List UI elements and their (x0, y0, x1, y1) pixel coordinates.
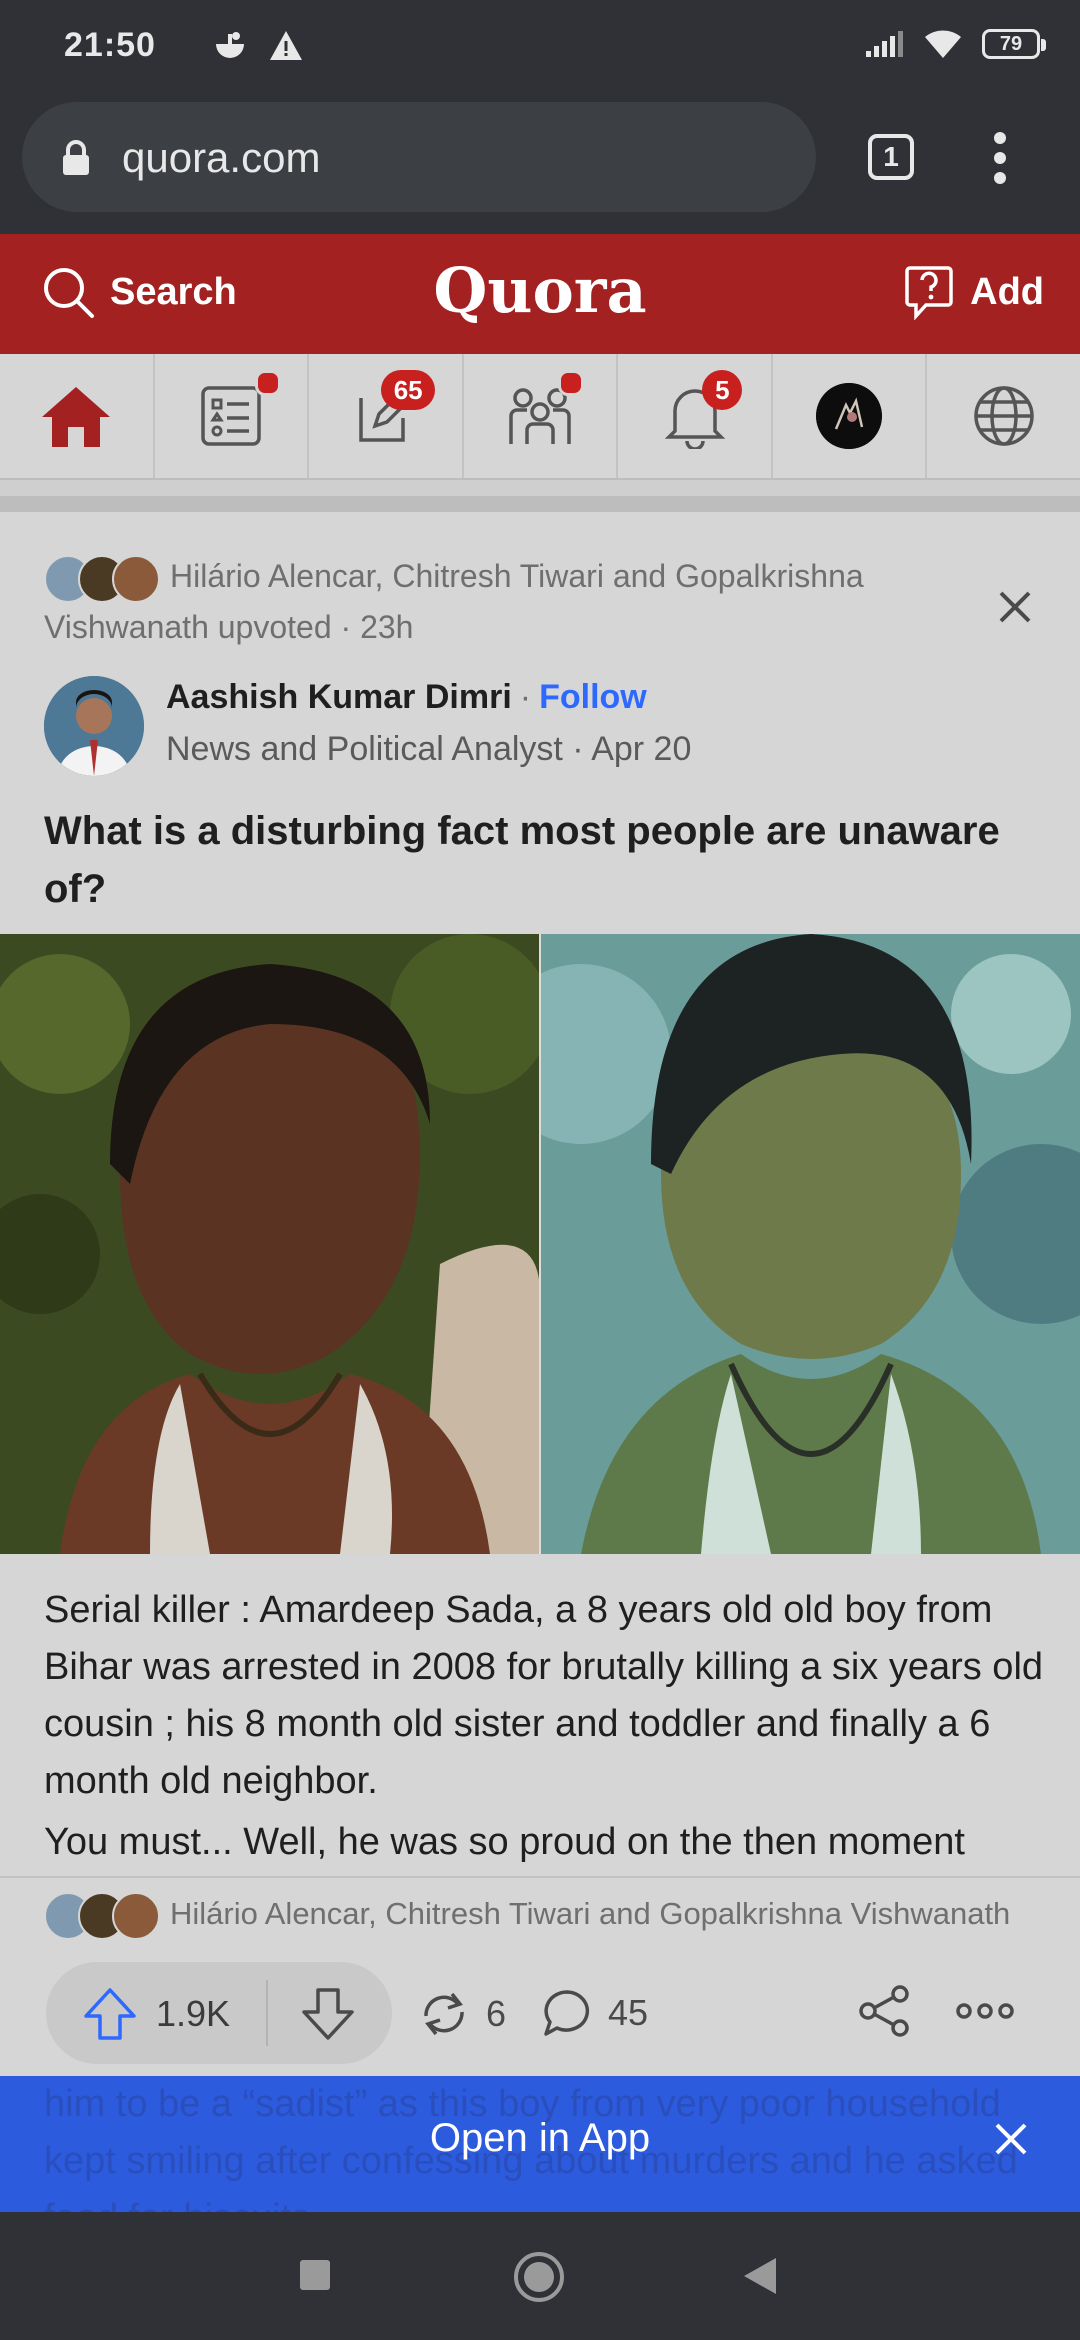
action-bar: Hilário Alencar, Chitresh Tiwari and Gop… (0, 1876, 1080, 2078)
nav-following[interactable] (155, 354, 310, 478)
upvoters-text: Hilário Alencar, Chitresh Tiwari and Gop… (44, 558, 864, 645)
back-nav-icon[interactable] (740, 2256, 780, 2296)
upvote-count: 1.9K (156, 1993, 231, 2034)
quora-header: Search Quora Add (0, 234, 1080, 354)
avatar (112, 1891, 160, 1940)
share-icon[interactable] (858, 1984, 912, 2038)
nav-spaces[interactable] (464, 354, 619, 478)
answer-badge: 65 (381, 370, 436, 410)
author-line: Aashish Kumar Dimri · Follow (166, 678, 647, 717)
comment-count: 45 (608, 1992, 649, 2033)
nav-notifications[interactable]: 5 (618, 354, 773, 478)
feed-list-icon (201, 386, 261, 446)
share-rotate-icon (424, 1992, 464, 2036)
status-time: 21:50 (64, 26, 156, 64)
nav-profile[interactable] (773, 354, 928, 478)
close-icon[interactable] (994, 2122, 1028, 2156)
profile-avatar (816, 383, 883, 449)
answer-text[interactable]: Serial killer : Amardeep Sada, a 8 years… (44, 1582, 1044, 1810)
battery-indicator: 79 (982, 29, 1046, 59)
author-avatar[interactable] (44, 676, 144, 776)
nav-home[interactable] (0, 354, 155, 478)
more-icon[interactable] (956, 1998, 1014, 2024)
answer-text-continued: You must... Well, he was so proud on the… (44, 1821, 965, 1863)
lock-icon (63, 140, 89, 175)
upvote-button[interactable]: 1.9K (82, 1986, 230, 2042)
downvote-icon[interactable] (300, 1986, 356, 2042)
question-title[interactable]: What is a disturbing fact most people ar… (44, 802, 1044, 918)
answer-image[interactable] (0, 934, 1080, 1554)
upvoter-avatars (44, 1891, 160, 1940)
answer-image-left (0, 934, 539, 1554)
following-dot (254, 370, 281, 396)
feed-card: Hilário Alencar, Chitresh Tiwari and Gop… (0, 512, 1080, 1876)
nav-languages[interactable] (927, 354, 1080, 478)
system-navigation-bar (0, 2212, 1080, 2340)
url-text: quora.com (122, 134, 321, 181)
close-icon[interactable] (998, 590, 1032, 624)
upvote-icon (84, 1988, 136, 2040)
add-label: Add (970, 270, 1044, 313)
comment-button[interactable]: 45 (540, 1986, 648, 2040)
add-question-button[interactable]: Add (904, 264, 1044, 320)
author-credential: News and Political Analyst · Apr 20 (166, 730, 692, 768)
reshare-count: 6 (486, 1993, 507, 2034)
author-name[interactable]: Aashish Kumar Dimri (166, 678, 512, 716)
wifi-icon (925, 30, 961, 58)
quora-nav: 65 5 (0, 354, 1080, 480)
notification-app-icon (216, 32, 244, 58)
globe-icon (974, 386, 1034, 446)
upvoter-avatars (44, 554, 160, 603)
upvoters-line[interactable]: Hilário Alencar, Chitresh Tiwari and Gop… (44, 552, 944, 651)
warning-icon (270, 31, 302, 60)
comment-icon (544, 1990, 590, 2036)
nav-answer[interactable]: 65 (309, 354, 464, 478)
author-separator: · (519, 678, 532, 716)
vote-divider (266, 1980, 268, 2046)
status-bar: 21:50 79 (0, 0, 1080, 100)
open-in-app-banner[interactable]: him to be a “sadist” as this boy from ve… (0, 2076, 1080, 2239)
square-nav-icon[interactable] (298, 2258, 332, 2292)
home-icon (42, 387, 111, 447)
follow-button[interactable]: Follow (539, 678, 647, 716)
browser-toolbar: quora.com 1 (0, 100, 1080, 234)
signal-icon (866, 31, 903, 57)
feed-separator (0, 496, 1080, 512)
address-bar[interactable]: quora.com (22, 102, 816, 212)
browser-menu-icon[interactable] (990, 130, 1010, 186)
avatar (112, 554, 160, 603)
vote-pill: 1.9K (46, 1962, 392, 2064)
circle-nav-icon[interactable] (512, 2250, 566, 2304)
open-in-app-label[interactable]: Open in App (0, 2116, 1080, 2161)
add-question-icon (905, 266, 953, 320)
answer-image-right (539, 934, 1080, 1554)
status-notification-icons (212, 28, 304, 64)
notifications-badge: 5 (702, 370, 743, 410)
spaces-dot (557, 370, 584, 396)
action-upvoters-line[interactable]: Hilário Alencar, Chitresh Tiwari and Gop… (44, 1890, 1044, 1940)
reshare-button[interactable]: 6 (416, 1986, 506, 2042)
tab-switcher-button[interactable]: 1 (868, 134, 914, 180)
action-upvoters-text: Hilário Alencar, Chitresh Tiwari and Gop… (170, 1896, 1011, 1931)
